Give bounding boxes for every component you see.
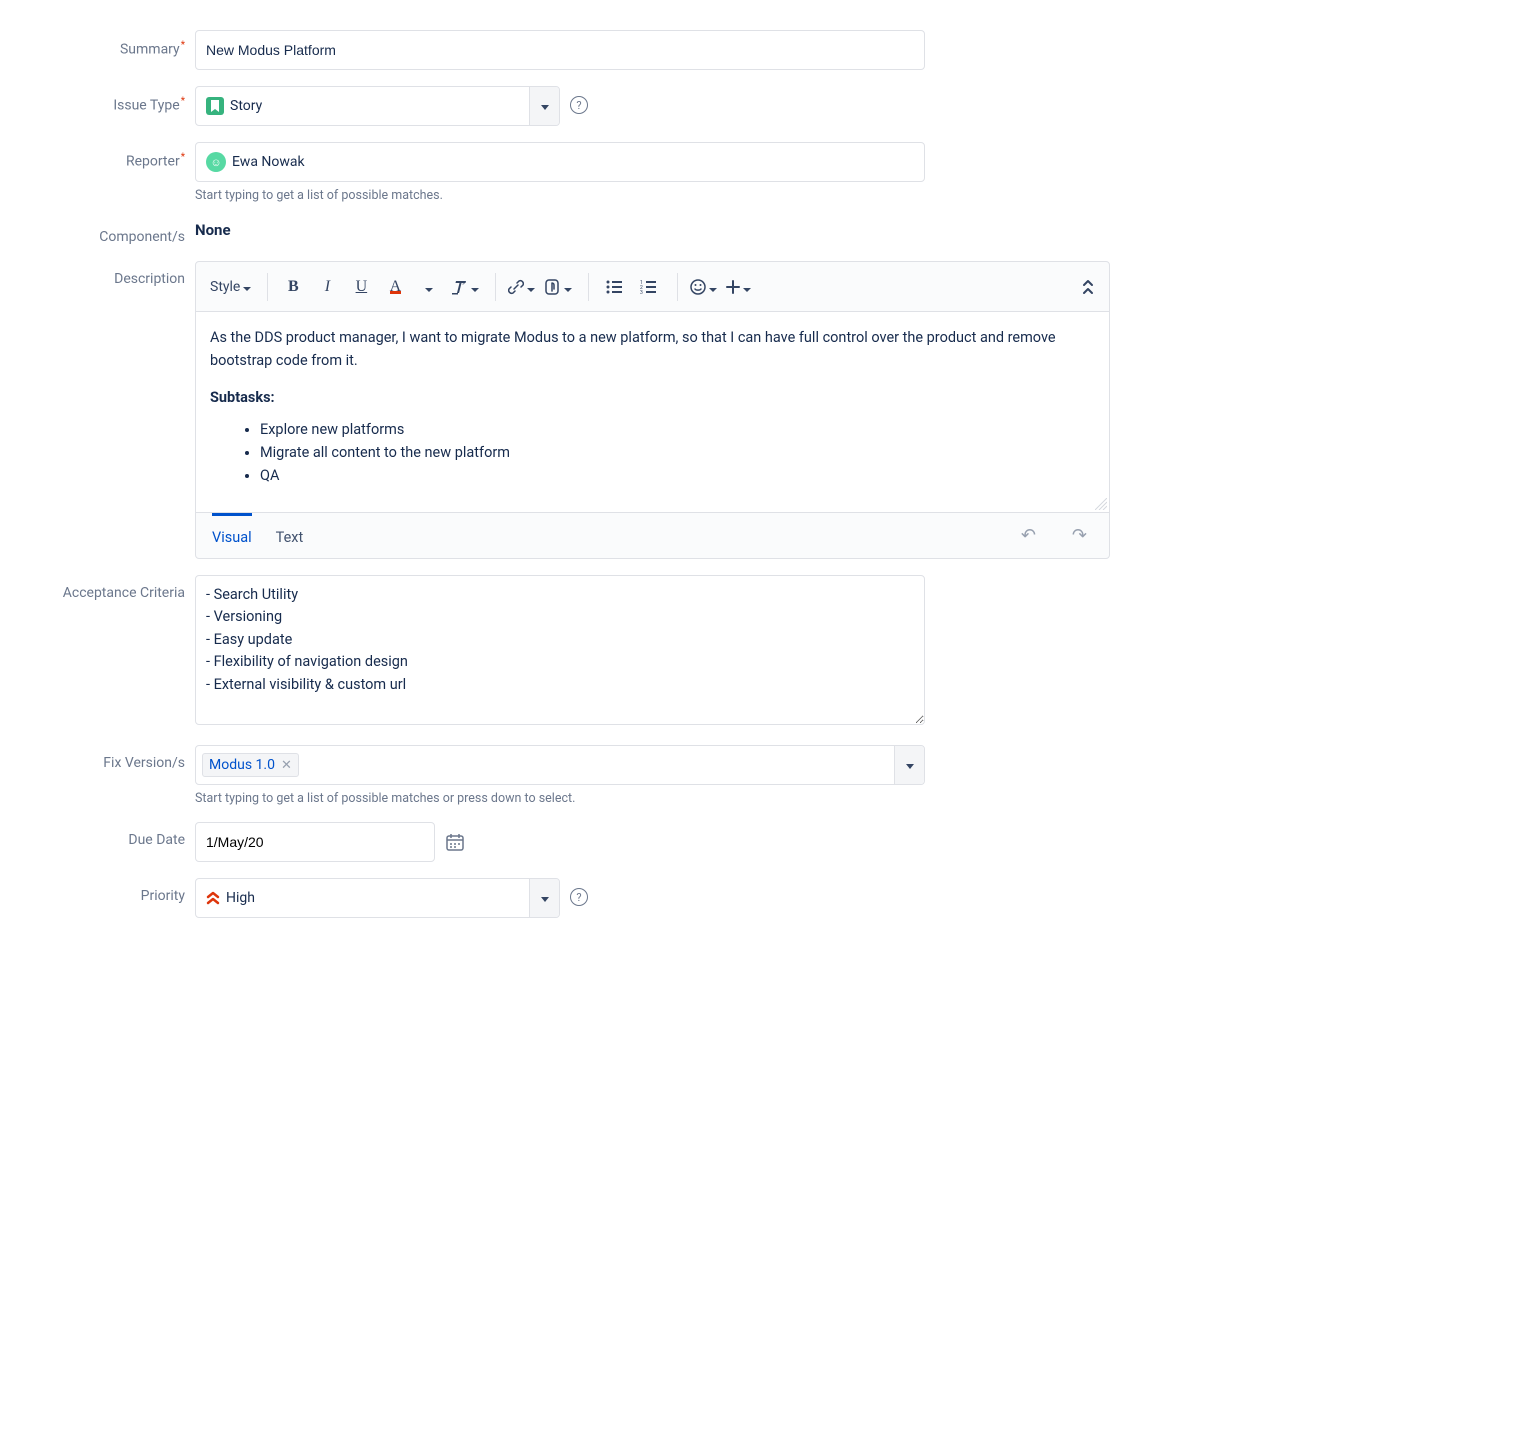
description-text: As the DDS product manager, I want to mi… — [210, 326, 1095, 372]
fix-version-select[interactable]: Modus 1.0 ✕ — [195, 745, 925, 785]
issue-type-value: Story — [230, 98, 262, 114]
chevron-down-icon — [243, 279, 251, 295]
text-color-menu[interactable] — [416, 273, 442, 301]
summary-label: Summary* — [10, 30, 195, 58]
bullet-list-icon — [606, 280, 622, 294]
fix-version-token[interactable]: Modus 1.0 ✕ — [202, 753, 299, 777]
attachment-icon — [543, 278, 561, 296]
description-editor: Style B I U A » — [195, 261, 1110, 559]
acceptance-textarea[interactable]: - Search Utility - Versioning - Easy upd… — [195, 575, 925, 725]
resize-grip-icon[interactable] — [1095, 498, 1107, 510]
priority-high-icon — [206, 889, 220, 905]
editor-toolbar: Style B I U A » — [196, 262, 1109, 312]
reporter-hint: Start typing to get a list of possible m… — [195, 188, 1130, 203]
bold-button[interactable]: B — [280, 273, 306, 301]
tab-text[interactable]: Text — [276, 513, 304, 558]
components-value: None — [195, 219, 1130, 239]
chevron-down-icon — [906, 757, 914, 773]
chevron-down-icon — [743, 277, 751, 296]
collapse-icon — [1081, 279, 1095, 295]
reporter-input[interactable]: ☺ Ewa Nowak — [195, 142, 925, 182]
numbered-list-button[interactable]: 123 — [635, 273, 661, 301]
svg-text:3: 3 — [640, 290, 643, 294]
avatar-icon: ☺ — [206, 152, 226, 172]
chevron-down-icon — [425, 277, 433, 296]
priority-dropdown-button[interactable] — [529, 879, 559, 917]
chevron-down-icon — [709, 277, 717, 296]
components-label: Component/s — [10, 219, 195, 245]
style-button[interactable]: Style — [210, 273, 251, 301]
chevron-down-icon — [564, 277, 572, 296]
chevron-down-icon — [527, 277, 535, 296]
svg-text:»: » — [462, 280, 465, 287]
issue-type-label: Issue Type* — [10, 86, 195, 114]
chevron-down-icon — [471, 277, 479, 296]
attachment-button[interactable] — [543, 273, 572, 301]
fix-version-hint: Start typing to get a list of possible m… — [195, 791, 1130, 806]
calendar-icon[interactable] — [445, 832, 465, 852]
emoji-button[interactable] — [690, 273, 717, 301]
plus-icon — [726, 280, 740, 294]
summary-input[interactable] — [195, 30, 925, 70]
link-icon — [508, 279, 524, 295]
reporter-label: Reporter* — [10, 142, 195, 170]
undo-button[interactable]: ↶ — [1015, 525, 1042, 546]
description-body[interactable]: As the DDS product manager, I want to mi… — [196, 312, 1109, 512]
issue-type-select[interactable]: Story — [195, 86, 560, 126]
tab-visual[interactable]: Visual — [212, 513, 252, 558]
underline-button[interactable]: U — [348, 273, 374, 301]
issue-type-dropdown-button[interactable] — [529, 87, 559, 125]
chevron-down-icon — [541, 98, 549, 114]
numbered-list-icon: 123 — [640, 280, 656, 294]
clear-format-icon: » — [450, 279, 468, 295]
bullet-list-button[interactable] — [601, 273, 627, 301]
subtasks-label: Subtasks — [210, 389, 271, 406]
subtask-item: Explore new platforms — [260, 418, 1095, 441]
link-button[interactable] — [508, 273, 535, 301]
clear-formatting-button[interactable]: » — [450, 273, 479, 301]
subtask-item: QA — [260, 464, 1095, 487]
help-icon[interactable]: ? — [570, 888, 588, 906]
subtask-item: Migrate all content to the new platform — [260, 441, 1095, 464]
fix-version-label: Fix Version/s — [10, 745, 195, 771]
chevron-down-icon — [541, 890, 549, 906]
help-icon[interactable]: ? — [570, 96, 588, 114]
story-icon — [206, 97, 224, 115]
text-color-button[interactable]: A — [382, 273, 408, 301]
reporter-value: Ewa Nowak — [232, 154, 305, 170]
description-label: Description — [10, 261, 195, 287]
redo-button[interactable]: ↷ — [1066, 525, 1093, 546]
priority-value: High — [226, 890, 255, 906]
acceptance-label: Acceptance Criteria — [10, 575, 195, 601]
italic-button[interactable]: I — [314, 273, 340, 301]
emoji-icon — [690, 279, 706, 295]
priority-select[interactable]: High — [195, 878, 560, 918]
remove-token-icon[interactable]: ✕ — [281, 758, 292, 773]
fix-version-dropdown-button[interactable] — [894, 746, 924, 784]
collapse-button[interactable] — [1081, 279, 1095, 295]
priority-label: Priority — [10, 878, 195, 904]
insert-more-button[interactable] — [725, 273, 751, 301]
due-date-input[interactable] — [195, 822, 435, 862]
due-date-label: Due Date — [10, 822, 195, 848]
